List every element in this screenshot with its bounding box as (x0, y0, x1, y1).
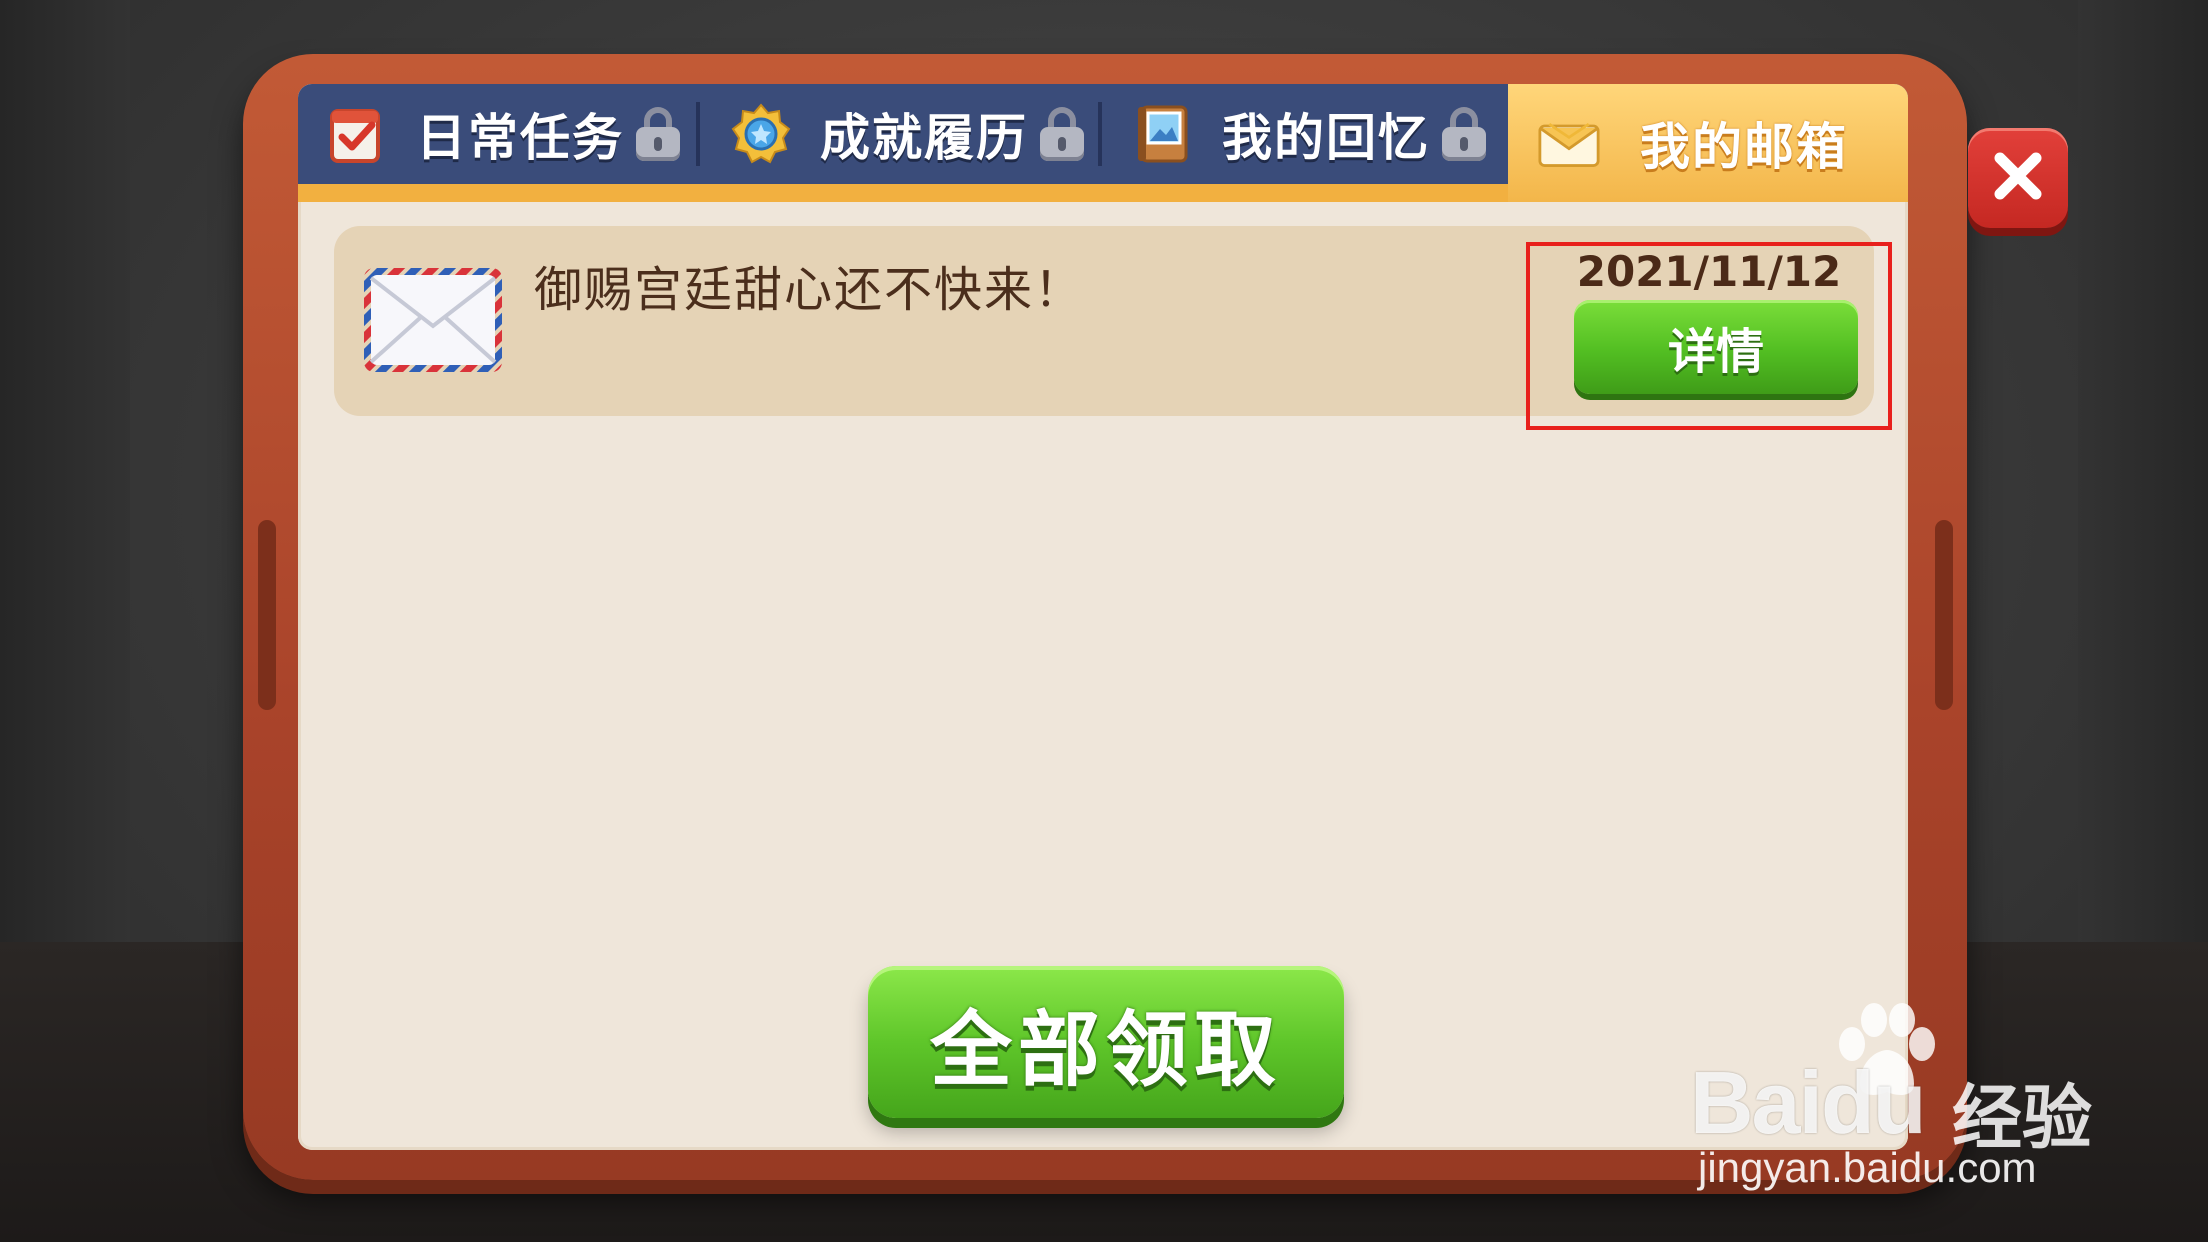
envelope-icon (362, 266, 504, 374)
lock-icon (636, 107, 680, 161)
checklist-icon (326, 103, 388, 165)
tab-daily-tasks-label: 日常任务 (416, 109, 624, 167)
detail-button[interactable]: 详情 (1574, 300, 1858, 394)
mail-title: 御赐宫廷甜心还不快来！ (534, 262, 1085, 318)
mailbox-panel: 日常任务 成就履历 我的回忆 我的邮箱 御赐宫廷甜心还不快来！ 2021/11/… (298, 84, 1908, 1150)
tab-bar: 日常任务 成就履历 我的回忆 我的邮箱 (298, 84, 1908, 202)
tab-daily-tasks[interactable]: 日常任务 (326, 84, 680, 184)
tab-mailbox-label: 我的邮箱 (1640, 118, 1848, 176)
background-wall-left (0, 0, 130, 1000)
mail-icon (1538, 112, 1600, 174)
baidu-watermark: Baidu 经验 jingyan.baidu.com (1690, 1000, 2110, 1200)
watermark-brand: Baidu (1690, 1053, 1926, 1152)
close-icon (1988, 146, 2048, 210)
tab-mailbox[interactable]: 我的邮箱 (1508, 84, 1908, 202)
mail-date: 2021/11/12 (1576, 247, 1842, 296)
tab-memories[interactable]: 我的回忆 (1132, 84, 1486, 184)
photo-album-icon (1132, 103, 1194, 165)
board-rail-right (1935, 520, 1953, 710)
tab-divider (1098, 102, 1102, 166)
close-button[interactable] (1968, 128, 2068, 228)
lock-icon (1040, 107, 1084, 161)
tab-divider (696, 102, 700, 166)
claim-all-button[interactable]: 全部领取 (868, 966, 1344, 1118)
board-rail-left (258, 520, 276, 710)
watermark-url: jingyan.baidu.com (1698, 1144, 2037, 1191)
tab-achievements[interactable]: 成就履历 (730, 84, 1084, 184)
tab-achievements-label: 成就履历 (820, 109, 1028, 167)
lock-icon (1442, 107, 1486, 161)
tab-memories-label: 我的回忆 (1222, 109, 1430, 167)
medal-icon (730, 103, 792, 165)
background-wall-right (2078, 0, 2208, 1000)
